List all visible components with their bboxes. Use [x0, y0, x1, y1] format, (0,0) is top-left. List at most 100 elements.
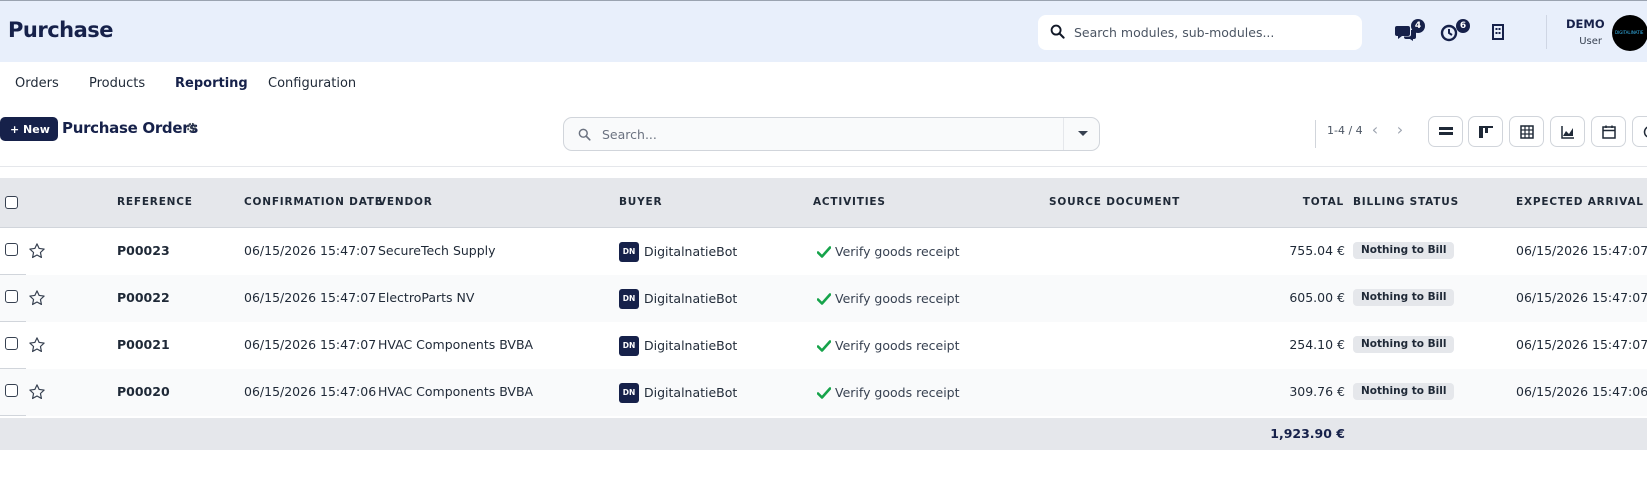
- search-icon: [1050, 24, 1065, 39]
- row-reference: P00023: [117, 243, 170, 258]
- chevron-right-icon: ›: [1396, 120, 1404, 139]
- table-row[interactable]: P00023 06/15/2026 15:47:07 SecureTech Supp…: [0, 228, 1647, 275]
- row-total: 309.76 €: [1289, 384, 1345, 399]
- star-icon[interactable]: [28, 242, 46, 260]
- buyer-avatar: DN: [619, 242, 639, 262]
- table-row[interactable]: P00021 06/15/2026 15:47:07 HVAC Components…: [0, 322, 1647, 369]
- pivot-view-button[interactable]: [1509, 116, 1544, 147]
- list-view-button[interactable]: [1428, 116, 1463, 147]
- star-icon[interactable]: [28, 336, 46, 354]
- row-activity[interactable]: Verify goods receipt: [835, 244, 960, 259]
- user-name[interactable]: DEMO: [1566, 17, 1605, 31]
- table-row[interactable]: P00022 06/15/2026 15:47:07 ElectroParts NV…: [0, 275, 1647, 322]
- nav-orders[interactable]: Orders: [15, 76, 59, 91]
- pager-next-button[interactable]: ›: [1391, 121, 1409, 139]
- row-vendor: HVAC Components BVBA: [378, 384, 534, 399]
- billing-status-badge: Nothing to Bill: [1353, 336, 1455, 353]
- gear-icon[interactable]: [186, 122, 197, 133]
- row-confirmation-date: 06/15/2026 15:47:07: [244, 243, 377, 258]
- row-expected-arrival: 06/15/2026 15:47:06: [1516, 384, 1647, 399]
- chat-badge: 4: [1411, 19, 1425, 33]
- control-panel-divider: [0, 166, 1647, 167]
- column-expected-arrival[interactable]: EXPECTED ARRIVAL: [1516, 196, 1644, 208]
- column-vendor[interactable]: VENDOR: [378, 196, 433, 208]
- star-icon[interactable]: [28, 383, 46, 401]
- table-header: REFERENCE CONFIRMATION DATE VENDOR BUYER…: [0, 178, 1647, 228]
- row-reference: P00021: [117, 337, 170, 352]
- row-activity[interactable]: Verify goods receipt: [835, 291, 960, 306]
- column-total[interactable]: TOTAL: [1284, 196, 1344, 208]
- kanban-view-button[interactable]: [1468, 116, 1503, 147]
- search-input[interactable]: [602, 124, 1022, 144]
- header-separator: [1546, 15, 1547, 49]
- list-icon: [1439, 127, 1453, 135]
- column-activities[interactable]: ACTIVITIES: [813, 196, 886, 208]
- row-reference: P00020: [117, 384, 170, 399]
- activity-view-button[interactable]: [1632, 116, 1647, 147]
- row-reference: P00022: [117, 290, 170, 305]
- graph-view-button[interactable]: [1550, 116, 1585, 147]
- star-icon[interactable]: [28, 289, 46, 307]
- buyer-avatar: DN: [619, 383, 639, 403]
- row-buyer: DigitalnatieBot: [644, 244, 738, 259]
- search-options-toggle[interactable]: [1063, 118, 1099, 150]
- column-source-document[interactable]: SOURCE DOCUMENT: [1049, 196, 1180, 208]
- nav-products[interactable]: Products: [89, 76, 145, 91]
- clock-icon: [1643, 126, 1647, 138]
- row-expected-arrival: 06/15/2026 15:47:07: [1516, 243, 1647, 258]
- user-role: User: [1579, 36, 1602, 47]
- pager-separator: [1315, 120, 1316, 148]
- check-icon: [817, 340, 831, 352]
- pager-value[interactable]: 1-4 / 4: [1327, 124, 1363, 137]
- check-icon: [817, 246, 831, 258]
- check-icon: [817, 293, 831, 305]
- nav-reporting[interactable]: Reporting: [175, 76, 248, 91]
- billing-status-badge: Nothing to Bill: [1353, 383, 1455, 400]
- row-activity[interactable]: Verify goods receipt: [835, 385, 960, 400]
- pager-previous-button[interactable]: ‹: [1366, 121, 1384, 139]
- calendar-view-button[interactable]: [1591, 116, 1626, 147]
- avatar-logo-text: DIGITALINATIE: [1615, 30, 1644, 35]
- column-reference[interactable]: REFERENCE: [117, 196, 193, 208]
- company-button[interactable]: [1490, 21, 1520, 43]
- app-title[interactable]: Purchase: [8, 18, 114, 42]
- activity-button[interactable]: 6: [1440, 19, 1470, 43]
- row-checkbox[interactable]: [5, 290, 18, 303]
- row-divider: [0, 415, 26, 416]
- column-billing-status[interactable]: BILLING STATUS: [1353, 196, 1459, 208]
- row-vendor: ElectroParts NV: [378, 290, 475, 305]
- row-checkbox[interactable]: [5, 243, 18, 256]
- global-search-input[interactable]: [1074, 21, 1354, 43]
- row-buyer: DigitalnatieBot: [644, 338, 738, 353]
- row-activity[interactable]: Verify goods receipt: [835, 338, 960, 353]
- new-button[interactable]: + New: [0, 117, 58, 141]
- check-icon: [817, 387, 831, 399]
- table-footer: 1,923.90 €: [0, 418, 1647, 450]
- global-search[interactable]: [1038, 15, 1362, 50]
- table-row[interactable]: P00020 06/15/2026 15:47:06 HVAC Components…: [0, 369, 1647, 416]
- nav-configuration[interactable]: Configuration: [268, 76, 356, 91]
- row-vendor: SecureTech Supply: [378, 243, 496, 258]
- row-buyer: DigitalnatieBot: [644, 385, 738, 400]
- calendar-icon: [1602, 125, 1616, 139]
- activity-badge: 6: [1456, 19, 1470, 33]
- row-confirmation-date: 06/15/2026 15:47:06: [244, 384, 377, 399]
- user-avatar[interactable]: DIGITALINATIE: [1612, 15, 1647, 51]
- row-confirmation-date: 06/15/2026 15:47:07: [244, 290, 377, 305]
- column-buyer[interactable]: BUYER: [619, 196, 662, 208]
- row-expected-arrival: 06/15/2026 15:47:07: [1516, 290, 1647, 305]
- chat-button[interactable]: 4: [1395, 19, 1425, 43]
- row-checkbox[interactable]: [5, 384, 18, 397]
- top-header: Purchase 4 6 DEMO User DIGITALINATIE: [0, 0, 1647, 62]
- row-buyer: DigitalnatieBot: [644, 291, 738, 306]
- search-bar[interactable]: [563, 117, 1100, 151]
- row-total: 605.00 €: [1289, 290, 1345, 305]
- row-checkbox[interactable]: [5, 337, 18, 350]
- column-confirmation-date[interactable]: CONFIRMATION DATE: [244, 196, 383, 208]
- row-vendor: HVAC Components BVBA: [378, 337, 534, 352]
- table-grid-icon: [1520, 125, 1534, 139]
- select-all-checkbox[interactable]: [5, 196, 18, 209]
- buyer-avatar: DN: [619, 336, 639, 356]
- search-icon: [578, 128, 591, 141]
- buyer-avatar: DN: [619, 289, 639, 309]
